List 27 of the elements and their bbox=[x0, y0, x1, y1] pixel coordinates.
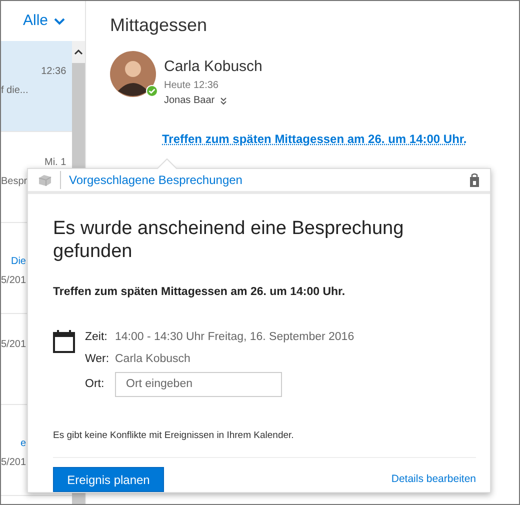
meeting-suggestion-link[interactable]: Treffen zum späten Mittagessen am 26. um 14:00 Uhr. bbox=[162, 130, 467, 148]
cube-icon bbox=[38, 174, 52, 187]
message-subject: Mittagessen bbox=[110, 15, 208, 37]
sender-name: Carla Kobusch bbox=[164, 56, 262, 77]
calendar-icon bbox=[53, 329, 75, 354]
sent-time: Heute 12:36 bbox=[164, 79, 220, 94]
store-bag-icon[interactable] bbox=[469, 173, 480, 188]
detail-label: Ort: bbox=[85, 376, 106, 392]
conflict-note: Es gibt keine Konflikte mit Ereignissen in Ihrem Kalender. bbox=[53, 428, 295, 443]
detail-label: Wer: bbox=[85, 352, 110, 366]
popup-title: Es wurde anscheinend eine Besprechung gefunden bbox=[53, 218, 405, 264]
detail-value: Carla Kobusch bbox=[115, 352, 192, 366]
online-status-icon bbox=[146, 84, 158, 97]
chevron-down-icon bbox=[54, 18, 65, 24]
edit-details-link[interactable]: Details bearbeiten bbox=[391, 472, 476, 488]
popup-header: Vorgeschlagene Besprechungen bbox=[60, 171, 242, 190]
location-field[interactable]: Ort eingeben bbox=[115, 372, 282, 397]
schedule-event-button[interactable]: Ereignis planen bbox=[53, 467, 164, 492]
detail-label: Zeit: bbox=[85, 330, 108, 346]
filter-dropdown[interactable]: Alle bbox=[22, 10, 65, 32]
message-item[interactable]: 12:36 f die... bbox=[1, 41, 72, 132]
meeting-title: Treffen zum späten Mittagessen am 26. um 14:00 Uhr. bbox=[53, 285, 346, 300]
recipient-name: Jonas Baar bbox=[164, 94, 215, 108]
detail-value: 14:00 - 14:30 Uhr Freitag, 16. September 2016 bbox=[115, 330, 354, 346]
expand-icon[interactable] bbox=[220, 96, 227, 105]
scroll-up-icon[interactable] bbox=[74, 49, 84, 55]
avatar bbox=[110, 50, 156, 97]
